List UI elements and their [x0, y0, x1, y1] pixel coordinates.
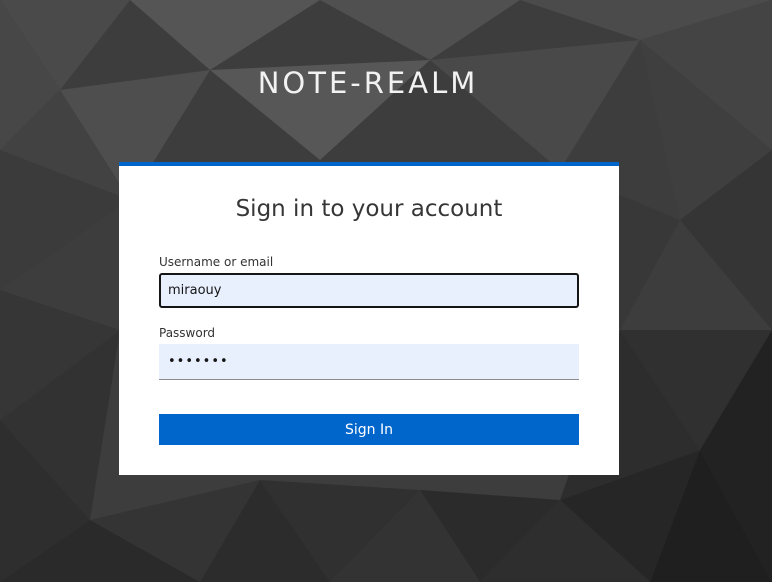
login-heading: Sign in to your account — [235, 196, 503, 222]
password-label: Password — [159, 326, 216, 340]
sign-in-button[interactable]: Sign In — [159, 414, 579, 445]
password-input[interactable] — [159, 344, 579, 380]
username-label: Username or email — [159, 255, 274, 269]
login-card: Sign in to your account Username or emai… — [119, 162, 619, 475]
realm-title: NOTE-REALM — [257, 66, 479, 100]
username-input[interactable] — [159, 273, 579, 308]
